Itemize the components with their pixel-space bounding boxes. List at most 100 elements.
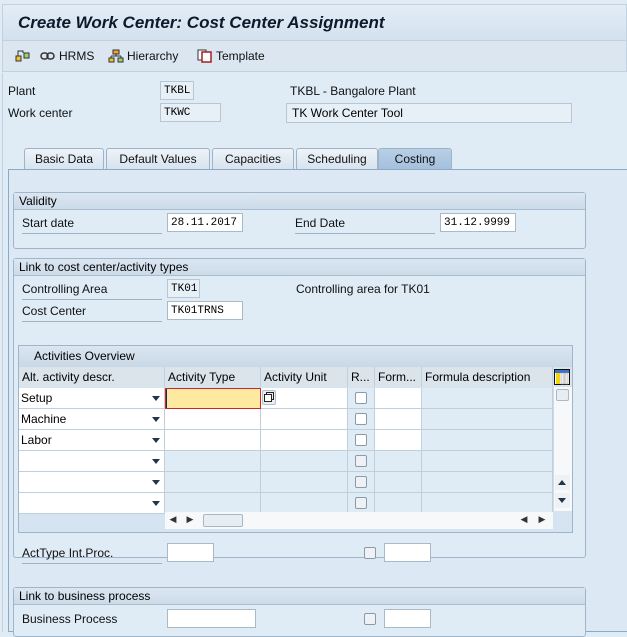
cost-center-field[interactable]: TK01TRNS [167,301,243,320]
acttype-secondary-field[interactable] [384,543,431,562]
cell-unit[interactable] [261,451,348,472]
column-header-activity-type[interactable]: Activity Type [165,367,261,387]
row-checkbox[interactable] [355,413,367,425]
row-checkbox[interactable] [355,392,367,404]
scroll-up-button[interactable] [555,475,570,490]
validity-group-title: Validity [14,193,585,210]
cell-fdesc [422,388,553,409]
workcenter-description: TK Work Center Tool [286,103,572,123]
arrow-up-icon [558,480,566,485]
tab-default-values[interactable]: Default Values [106,148,210,169]
row-checkbox[interactable] [355,434,367,446]
scroll-down-button[interactable] [555,493,570,508]
cell-form[interactable] [375,451,422,472]
cell-fdesc [422,472,553,493]
org-structure-button[interactable] [15,46,31,66]
page-title: Create Work Center: Cost Center Assignme… [18,13,385,32]
business-process-group-title: Link to business process [14,588,585,605]
end-date-field[interactable]: 31.12.9999 [440,213,516,232]
template-icon [197,49,212,63]
acttype-intproc-field[interactable] [167,543,214,562]
hierarchy-button[interactable]: Hierarchy [108,46,178,66]
hrms-button[interactable]: HRMS [40,46,94,66]
cell-r[interactable] [348,409,375,430]
business-process-label: Business Process [22,612,118,626]
plant-field[interactable]: TKBL [160,81,194,100]
scroll-left-end-button[interactable]: ◀ [517,514,531,527]
cell-r[interactable] [348,430,375,451]
controlling-area-field[interactable]: TK01 [167,279,200,298]
cell-unit[interactable] [261,472,348,493]
cell-r[interactable] [348,472,375,493]
workcenter-field[interactable]: TKWC [160,103,221,122]
cell-r[interactable] [348,451,375,472]
cell-form[interactable] [375,472,422,493]
cell-alt[interactable]: Labor [19,430,165,451]
tab-basic-data[interactable]: Basic Data [24,148,104,169]
cell-form[interactable] [375,493,422,514]
row-checkbox[interactable] [355,497,367,509]
cell-alt[interactable]: Machine [19,409,165,430]
column-layout-button[interactable] [553,367,572,387]
cell-type[interactable] [165,493,261,514]
value-help-button[interactable] [262,390,276,405]
template-button[interactable]: Template [197,46,265,66]
cell-form[interactable] [375,409,422,430]
cell-alt[interactable] [19,451,165,472]
start-date-field[interactable]: 28.11.2017 [167,213,243,232]
cell-type[interactable] [165,451,261,472]
cell-alt[interactable]: Setup [19,388,165,409]
business-process-field[interactable] [167,609,256,628]
acttype-intproc-label: ActType Int.Proc. [22,546,162,564]
tab-capacities[interactable]: Capacities [212,148,294,169]
business-process-checkbox[interactable] [364,613,376,625]
dropdown-arrow-icon[interactable] [152,501,160,506]
cell-type[interactable] [165,409,261,430]
cell-fdesc [422,430,553,451]
tab-scheduling[interactable]: Scheduling [296,148,378,169]
cell-form[interactable] [375,430,422,451]
cell-form[interactable] [375,388,422,409]
plant-label: Plant [8,84,36,98]
tab-costing[interactable]: Costing [378,148,452,169]
acttype-checkbox[interactable] [364,547,376,559]
cell-fdesc [422,493,553,514]
cell-unit[interactable] [261,493,348,514]
dropdown-arrow-icon[interactable] [152,438,160,443]
cell-unit[interactable] [261,409,348,430]
dropdown-arrow-icon[interactable] [152,417,160,422]
end-date-label: End Date [295,216,435,234]
row-checkbox[interactable] [355,476,367,488]
cost-center-group-title: Link to cost center/activity types [14,259,585,276]
horizontal-scroll-thumb[interactable] [203,514,243,527]
column-header-formula[interactable]: Form... [375,367,422,387]
scroll-right-button[interactable]: ▶ [183,514,197,527]
cell-type[interactable] [165,472,261,493]
cell-unit[interactable] [261,430,348,451]
application-toolbar [2,40,627,72]
column-header-formula-description[interactable]: Formula description [422,367,553,387]
column-header-r[interactable]: R... [348,367,375,387]
workcenter-label: Work center [8,106,73,120]
dropdown-arrow-icon[interactable] [152,396,160,401]
org-structure-icon [15,50,30,62]
column-header-alt-activity[interactable]: Alt. activity descr. [19,367,165,387]
cell-r[interactable] [348,493,375,514]
row-checkbox[interactable] [355,455,367,467]
cell-type[interactable] [165,430,261,451]
cell-fdesc [422,451,553,472]
dropdown-arrow-icon[interactable] [152,480,160,485]
cell-r[interactable] [348,388,375,409]
vertical-scroll-thumb[interactable] [556,389,569,401]
scroll-left-button[interactable]: ◀ [166,514,180,527]
cell-unit[interactable] [261,388,348,409]
column-header-activity-unit[interactable]: Activity Unit [261,367,348,387]
cell-alt[interactable] [19,472,165,493]
cell-alt[interactable] [19,493,165,514]
cell-text: Labor [21,433,52,447]
value-help-icon [264,392,274,402]
business-process-secondary-field[interactable] [384,609,431,628]
dropdown-arrow-icon[interactable] [152,459,160,464]
activity-type-input-focused[interactable] [165,388,261,409]
scroll-right-end-button[interactable]: ▶ [535,514,549,527]
